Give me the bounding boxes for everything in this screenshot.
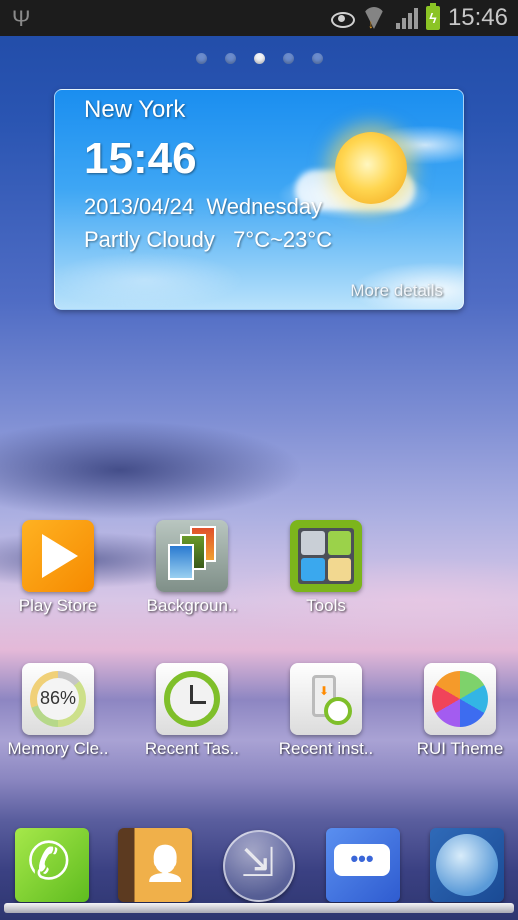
rui-theme-icon xyxy=(424,663,496,735)
app-recent-installs[interactable]: Recent inst.. xyxy=(271,663,381,759)
partly-cloudy-sun-icon xyxy=(335,132,407,204)
tools-folder-icon xyxy=(290,520,362,592)
weather-city: New York xyxy=(84,96,186,123)
app-label: Backgroun.. xyxy=(146,596,238,615)
app-recent-tasks[interactable]: Recent Tas.. xyxy=(137,663,247,759)
eye-icon xyxy=(330,10,355,28)
status-clock: 15:46 xyxy=(447,4,508,31)
page-dot[interactable] xyxy=(311,53,323,64)
status-bar[interactable]: Ψ ↓ ϟ 15:46 xyxy=(0,0,518,36)
app-play-store[interactable]: Play Store xyxy=(3,520,113,616)
signal-icon xyxy=(395,7,418,29)
wifi-icon: ↓ xyxy=(362,7,388,31)
app-rui-theme[interactable]: RUI Theme xyxy=(405,663,515,759)
clock-icon xyxy=(324,697,352,725)
dock-messaging[interactable] xyxy=(326,828,400,902)
dock-phone[interactable] xyxy=(15,828,89,902)
page-dot[interactable] xyxy=(282,53,294,64)
color-wheel-icon xyxy=(432,671,488,727)
page-indicator xyxy=(0,53,518,64)
more-details-link[interactable]: More details xyxy=(350,281,443,301)
app-memory-cleaner[interactable]: 86% Memory Cle.. xyxy=(3,663,113,759)
dock-shelf xyxy=(4,903,514,913)
page-dot[interactable] xyxy=(195,53,207,64)
dock-app-switcher[interactable] xyxy=(223,830,295,902)
memory-usage-value: 86% xyxy=(39,688,77,708)
memory-cleaner-icon: 86% xyxy=(22,663,94,735)
app-tools-folder[interactable]: Tools xyxy=(271,520,381,616)
app-label: Recent inst.. xyxy=(278,739,374,758)
app-label: Play Store xyxy=(18,596,98,615)
weather-date: 2013/04/24 Wednesday xyxy=(84,194,323,219)
weather-condition: Partly Cloudy 7°C~23°C xyxy=(84,227,333,252)
app-label: Recent Tas.. xyxy=(144,739,240,758)
recent-tasks-icon xyxy=(156,663,228,735)
app-backgrounds[interactable]: Backgroun.. xyxy=(137,520,247,616)
backgrounds-icon xyxy=(156,520,228,592)
usb-icon: Ψ xyxy=(12,6,31,31)
weather-time: 15:46 xyxy=(84,134,197,183)
dock-contacts[interactable] xyxy=(118,828,192,902)
dock-browser[interactable] xyxy=(430,828,504,902)
clock-icon xyxy=(164,671,220,727)
weather-widget[interactable]: New York 15:46 2013/04/24 Wednesday Part… xyxy=(54,89,464,310)
app-label: Memory Cle.. xyxy=(7,739,109,758)
play-store-icon xyxy=(22,520,94,592)
battery-charging-icon: ϟ xyxy=(425,3,440,30)
app-label: RUI Theme xyxy=(416,739,504,758)
recent-installs-icon xyxy=(290,663,362,735)
page-dot-active[interactable] xyxy=(253,53,265,64)
status-icons: ↓ ϟ 15:46 xyxy=(330,0,508,36)
page-dot[interactable] xyxy=(224,53,236,64)
app-label: Tools xyxy=(306,596,346,615)
